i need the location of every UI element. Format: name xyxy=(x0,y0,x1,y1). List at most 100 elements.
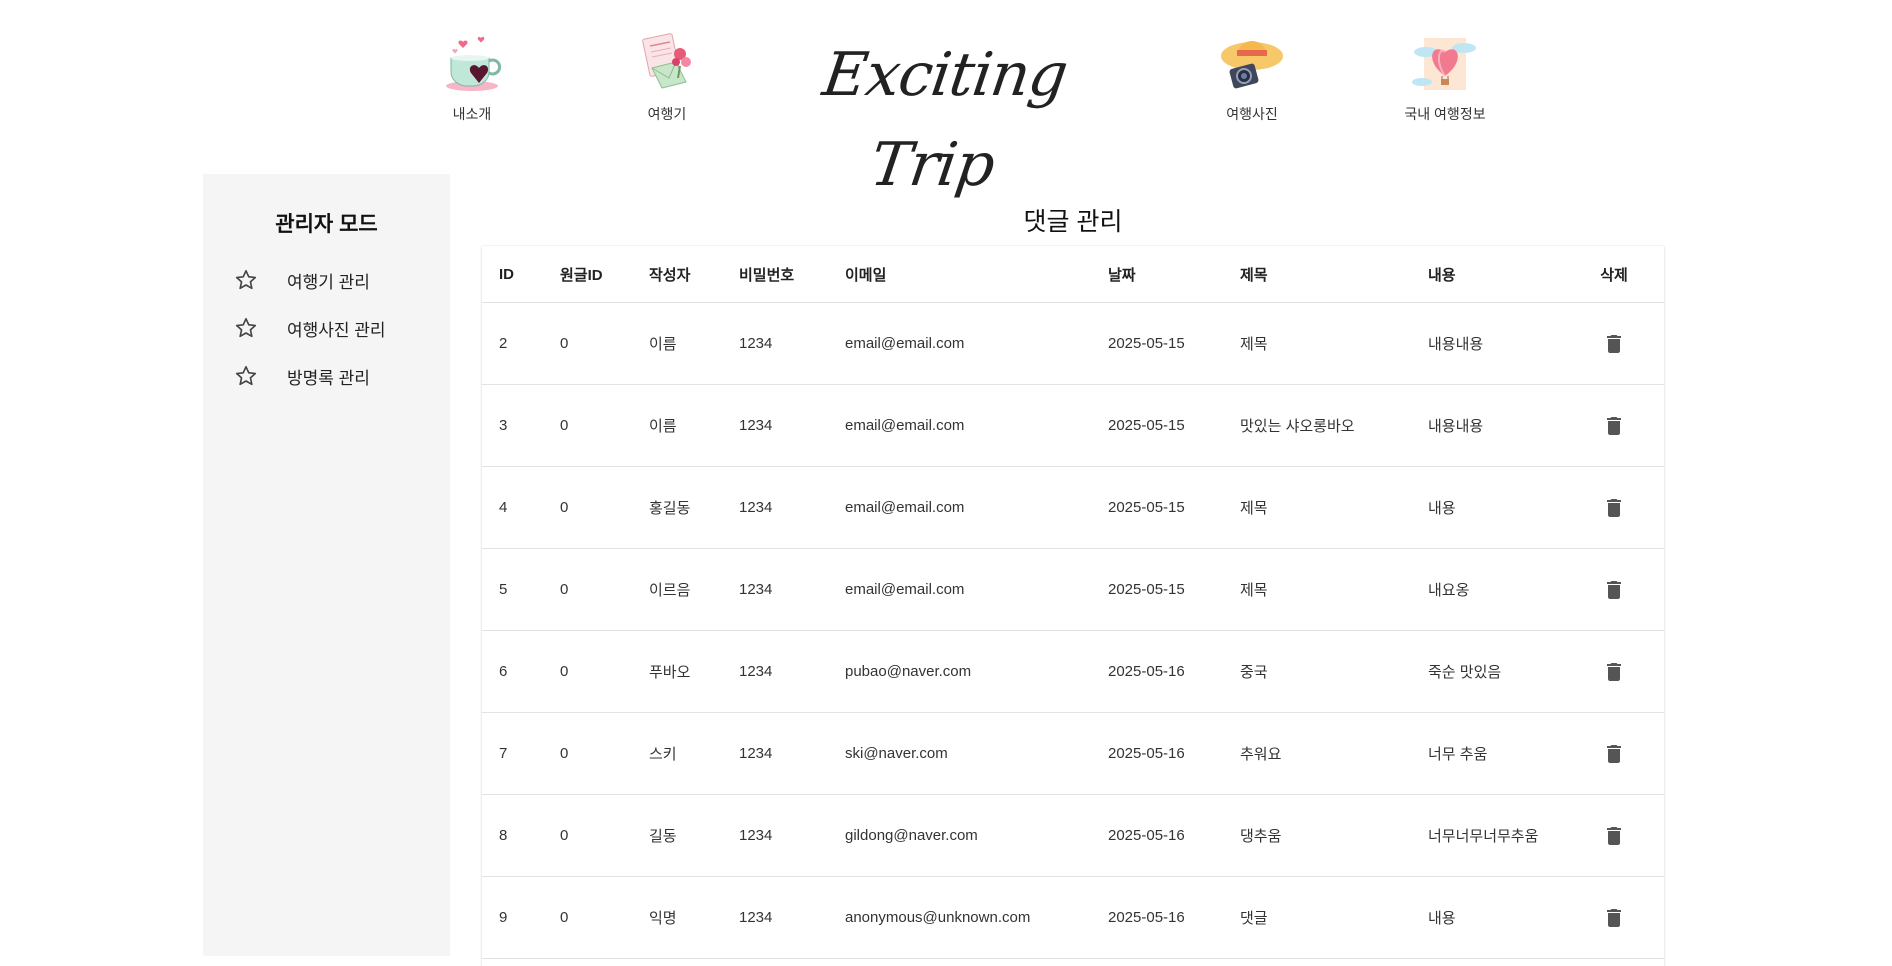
column-header-delete: 삭제 xyxy=(1600,266,1628,284)
cell-content: 너무너무너무추움 xyxy=(1428,828,1539,845)
page-title: 댓글 관리 xyxy=(1023,208,1123,236)
cell-author: 길동 xyxy=(649,828,677,845)
cell-content: 내용내용 xyxy=(1428,418,1484,435)
admin-sidebar: 관리자 모드 여행기 관리 여행사진 관리 방명록 관리 xyxy=(203,174,450,956)
site-logo[interactable]: Exciting Trip xyxy=(809,30,1082,200)
cell-content: 내용 xyxy=(1428,500,1456,517)
trash-icon[interactable] xyxy=(1602,332,1626,356)
delete-button[interactable] xyxy=(1589,631,1639,712)
cell-id: 2 xyxy=(499,335,508,352)
cell-parent-id: 0 xyxy=(560,745,569,762)
sidebar-item-label: 방명록 관리 xyxy=(287,368,370,388)
site-header: 내소개 여행기 Exciting Trip 여행사진 국내 여행정보 xyxy=(0,0,1892,200)
cell-title: 댓글 xyxy=(1240,910,1268,927)
cell-email: pubao@naver.com xyxy=(845,663,972,680)
comments-table: ID 원글ID 작성자 비밀번호 이메일 날짜 제목 내용 삭제 2 0 이름 123… xyxy=(482,246,1664,966)
cell-author: 익명 xyxy=(649,910,677,927)
cell-email: email@email.com xyxy=(845,499,965,516)
cell-id: 7 xyxy=(499,745,508,762)
cell-author: 홍길동 xyxy=(649,500,691,517)
delete-button[interactable] xyxy=(1589,303,1639,384)
trash-icon[interactable] xyxy=(1602,414,1626,438)
table-row: 2 0 이름 1234 email@email.com 2025-05-15 제목 내용내용 xyxy=(482,303,1664,385)
nav-about-label: 내소개 xyxy=(452,106,492,122)
trash-icon[interactable] xyxy=(1602,906,1626,930)
trash-icon[interactable] xyxy=(1602,660,1626,684)
cell-author: 이름 xyxy=(649,418,677,435)
cell-date: 2025-05-16 xyxy=(1108,663,1185,680)
delete-button[interactable] xyxy=(1589,877,1639,958)
table-row: 3 0 이름 1234 email@email.com 2025-05-15 맛있는 샤오롱… xyxy=(482,385,1664,467)
cell-password: 1234 xyxy=(739,417,773,434)
delete-button[interactable] xyxy=(1589,549,1639,630)
cell-password: 1234 xyxy=(739,663,773,680)
column-header-email: 이메일 xyxy=(845,266,887,284)
cell-title: 제목 xyxy=(1240,500,1268,517)
teacup-hearts-icon xyxy=(446,36,502,91)
table-row: 8 0 길동 1234 gildong@naver.com 2025-05-16 댕추움 너무… xyxy=(482,795,1664,877)
cell-content: 너무 추움 xyxy=(1428,746,1488,763)
sidebar-item-travelogue-admin[interactable]: 여행기 관리 xyxy=(203,256,450,304)
cell-date: 2025-05-16 xyxy=(1108,745,1185,762)
cell-id: 4 xyxy=(499,499,508,516)
column-header-password: 비밀번호 xyxy=(739,266,795,284)
column-header-parent-id: 원글ID xyxy=(560,266,603,284)
star-icon xyxy=(235,365,257,386)
column-header-content: 내용 xyxy=(1428,266,1456,284)
sidebar-item-photo-admin[interactable]: 여행사진 관리 xyxy=(203,304,450,352)
trash-icon[interactable] xyxy=(1602,742,1626,766)
column-header-date: 날짜 xyxy=(1108,266,1136,284)
cell-author: 이르음 xyxy=(649,582,691,599)
cell-parent-id: 0 xyxy=(560,663,569,680)
trash-icon[interactable] xyxy=(1602,824,1626,848)
trash-icon[interactable] xyxy=(1602,578,1626,602)
cell-date: 2025-05-15 xyxy=(1108,499,1185,516)
cell-id: 6 xyxy=(499,663,508,680)
delete-button[interactable] xyxy=(1589,467,1639,548)
nav-photos[interactable]: 여행사진 xyxy=(1172,30,1332,124)
cell-content: 내용내용 xyxy=(1428,336,1484,353)
table-row: 4 0 홍길동 1234 email@email.com 2025-05-15 제목 내용 xyxy=(482,467,1664,549)
delete-button[interactable] xyxy=(1589,385,1639,466)
column-header-author: 작성자 xyxy=(649,266,691,284)
trash-icon[interactable] xyxy=(1602,496,1626,520)
sidebar-item-guestbook-admin[interactable]: 방명록 관리 xyxy=(203,352,450,400)
table-row: 7 0 스키 1234 ski@naver.com 2025-05-16 추워요 너무 추움 xyxy=(482,713,1664,795)
cell-email: anonymous@unknown.com xyxy=(845,909,1031,926)
star-icon xyxy=(235,269,257,290)
column-header-id: ID xyxy=(499,265,514,283)
cell-password: 1234 xyxy=(739,745,773,762)
cell-password: 1234 xyxy=(739,499,773,516)
cell-title: 추워요 xyxy=(1240,746,1282,763)
nav-domestic-info[interactable]: 국내 여행정보 xyxy=(1365,30,1525,124)
cell-date: 2025-05-15 xyxy=(1108,581,1185,598)
cell-password: 1234 xyxy=(739,827,773,844)
nav-about[interactable]: 내소개 xyxy=(392,30,552,124)
nav-travelogue[interactable]: 여행기 xyxy=(587,30,747,124)
cell-date: 2025-05-15 xyxy=(1108,335,1185,352)
cell-parent-id: 0 xyxy=(560,827,569,844)
cell-content: 내요옹 xyxy=(1428,582,1470,599)
cell-parent-id: 0 xyxy=(560,909,569,926)
cell-id: 5 xyxy=(499,581,508,598)
cell-title: 제목 xyxy=(1240,582,1268,599)
cell-title: 제목 xyxy=(1240,336,1268,353)
table-header-row: ID 원글ID 작성자 비밀번호 이메일 날짜 제목 내용 삭제 xyxy=(482,246,1664,303)
cell-id: 8 xyxy=(499,827,508,844)
cell-content: 죽순 맛있음 xyxy=(1428,664,1502,681)
column-header-title: 제목 xyxy=(1240,266,1268,284)
table-body: 2 0 이름 1234 email@email.com 2025-05-15 제목 내용내용 3… xyxy=(482,303,1664,959)
delete-button[interactable] xyxy=(1589,713,1639,794)
delete-button[interactable] xyxy=(1589,795,1639,876)
nav-travelogue-label: 여행기 xyxy=(647,106,687,122)
cell-password: 1234 xyxy=(739,581,773,598)
cell-parent-id: 0 xyxy=(560,335,569,352)
cell-title: 댕추움 xyxy=(1240,828,1282,845)
cell-author: 스키 xyxy=(649,746,677,763)
love-letter-icon xyxy=(642,33,691,89)
cell-date: 2025-05-16 xyxy=(1108,909,1185,926)
cell-parent-id: 0 xyxy=(560,581,569,598)
cell-email: email@email.com xyxy=(845,581,965,598)
cell-parent-id: 0 xyxy=(560,417,569,434)
sidebar-title: 관리자 모드 xyxy=(275,213,378,236)
